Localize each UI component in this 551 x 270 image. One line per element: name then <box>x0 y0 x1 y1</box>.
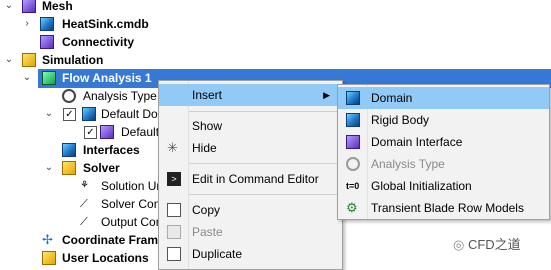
tree-item-solver-control[interactable]: Solver Cont <box>101 195 164 213</box>
expand-toggle-heatsink[interactable]: › <box>22 15 32 33</box>
submenu-item-transient-blade-label: Transient Blade Row Models <box>371 201 524 215</box>
collapse-toggle-simulation[interactable]: ⌄ <box>4 51 14 69</box>
user-locations-icon <box>42 251 56 265</box>
connectivity-icon <box>40 35 54 49</box>
menu-item-duplicate-label: Duplicate <box>192 247 243 261</box>
menu-item-hide[interactable]: ✳ Hide <box>159 137 342 159</box>
sub-checkbox[interactable]: ✓ <box>84 126 97 139</box>
tree-item-simulation[interactable]: Simulation <box>42 51 103 69</box>
tree-item-user-locations[interactable]: User Locations <box>62 249 149 267</box>
collapse-toggle-flow[interactable]: ⌄ <box>22 69 32 87</box>
mesh-icon <box>22 0 36 13</box>
rigid-body-icon <box>346 113 360 127</box>
collapse-toggle-solver[interactable]: ⌄ <box>44 159 54 177</box>
simulation-icon <box>22 53 36 67</box>
context-menu: Insert ▶ Show ✳ Hide > Edit in Command E… <box>158 80 343 270</box>
flow-analysis-icon <box>42 71 56 85</box>
command-editor-icon: > <box>167 172 181 186</box>
menu-item-insert-label: Insert <box>192 88 223 102</box>
menu-item-show[interactable]: Show <box>159 115 342 137</box>
submenu-item-transient-blade[interactable]: ⚙ Transient Blade Row Models <box>338 197 549 219</box>
file-icon <box>40 17 54 31</box>
tree-item-connectivity[interactable]: Connectivity <box>62 33 134 51</box>
collapse-toggle-domain[interactable]: ⌄ <box>44 105 54 123</box>
menu-item-hide-label: Hide <box>192 141 217 155</box>
menu-item-copy[interactable]: Copy <box>159 199 342 221</box>
clock-icon <box>62 89 76 103</box>
menu-separator <box>189 194 340 195</box>
solver-icon <box>62 161 76 175</box>
tree-item-default-sub[interactable]: Default <box>121 123 159 141</box>
menu-item-duplicate[interactable]: Duplicate <box>159 243 342 265</box>
submenu-item-global-init[interactable]: t=0 Global Initialization <box>338 175 549 197</box>
watermark-text: CFD之道 <box>467 237 521 252</box>
menu-item-edit-command-label: Edit in Command Editor <box>192 172 319 186</box>
copy-icon <box>167 203 181 217</box>
menu-item-copy-label: Copy <box>192 203 221 217</box>
submenu-item-rigid-body[interactable]: Rigid Body <box>338 109 549 131</box>
clock-icon <box>346 157 360 171</box>
duplicate-icon <box>167 247 181 261</box>
menu-item-paste-label: Paste <box>192 225 223 239</box>
global-init-icon: t=0 <box>346 181 360 191</box>
menu-item-show-label: Show <box>192 119 223 133</box>
tree-item-solution-units[interactable]: Solution Uni <box>101 177 166 195</box>
tree-item-flow-analysis[interactable]: Flow Analysis 1 <box>62 69 152 87</box>
coordinate-frame-icon: ✢ <box>42 232 53 247</box>
collapse-toggle-mesh[interactable]: ⌄ <box>4 0 14 15</box>
units-icon: ⚘ <box>80 180 89 191</box>
paste-icon <box>167 225 181 239</box>
tree-item-heatsink[interactable]: HeatSink.cmdb <box>62 15 149 33</box>
tree-item-mesh[interactable]: Mesh <box>42 0 73 15</box>
boundary-icon <box>100 125 114 139</box>
submenu-item-domain-interface[interactable]: Domain Interface <box>338 131 549 153</box>
hide-icon: ✳ <box>167 140 178 155</box>
domain-icon <box>82 107 96 121</box>
tree-item-interfaces[interactable]: Interfaces <box>83 141 140 159</box>
submenu-item-domain-interface-label: Domain Interface <box>371 135 463 149</box>
submenu-item-analysis-type-label: Analysis Type <box>371 157 445 171</box>
menu-item-paste[interactable]: Paste <box>159 221 342 243</box>
tree-item-output-control[interactable]: Output Con <box>101 213 162 231</box>
output-control-icon: ⟋ <box>80 216 88 228</box>
blade-row-icon: ⚙ <box>346 200 358 215</box>
submenu-item-rigid-body-label: Rigid Body <box>371 113 430 127</box>
menu-separator <box>189 163 340 164</box>
tree-item-solver[interactable]: Solver <box>83 159 120 177</box>
wechat-icon: ◎ <box>453 237 465 252</box>
domain-icon <box>346 91 360 105</box>
menu-item-edit-command[interactable]: > Edit in Command Editor <box>159 168 342 190</box>
menu-item-insert[interactable]: Insert ▶ <box>159 84 342 106</box>
watermark: ◎ CFD之道 <box>453 234 521 253</box>
submenu-item-domain[interactable]: Domain <box>338 87 549 109</box>
domain-interface-icon <box>346 135 360 149</box>
domain-checkbox[interactable]: ✓ <box>63 108 76 121</box>
submenu-item-domain-label: Domain <box>371 91 413 105</box>
tree-item-coordinate-frames[interactable]: Coordinate Frame <box>62 231 165 249</box>
insert-submenu: Domain Rigid Body Domain Interface Analy… <box>337 84 550 220</box>
submenu-arrow-icon: ▶ <box>323 90 330 100</box>
submenu-item-analysis-type[interactable]: Analysis Type <box>338 153 549 175</box>
submenu-item-global-init-label: Global Initialization <box>371 179 472 193</box>
interfaces-icon <box>62 143 76 157</box>
menu-separator <box>189 111 340 112</box>
solver-control-icon: ⟋ <box>80 198 88 210</box>
tree-item-analysis-type[interactable]: Analysis Type <box>83 87 157 105</box>
